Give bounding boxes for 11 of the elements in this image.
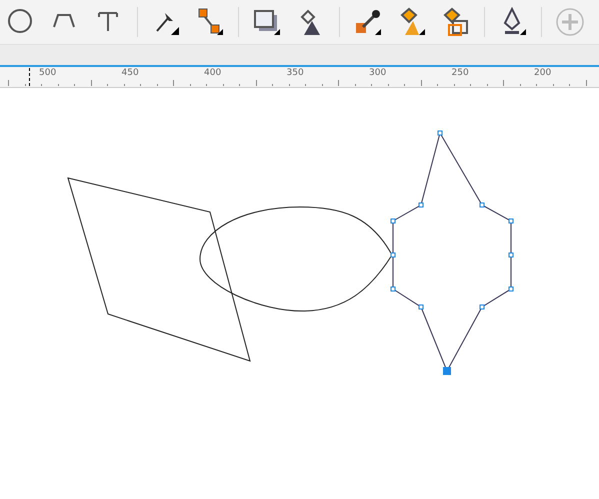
ruler-label: 500: [39, 68, 56, 78]
drop-shadow-icon: [252, 7, 282, 37]
ruler-label: 450: [122, 68, 139, 78]
ruler-label: 400: [204, 68, 222, 78]
cursor-position-marker: [29, 68, 30, 86]
ruler-label: 200: [534, 68, 552, 78]
ruler-label: 250: [452, 68, 469, 78]
selected-polygon-shape[interactable]: [390, 130, 514, 375]
ruler-label: 350: [286, 68, 304, 78]
add-icon: [555, 7, 585, 37]
ruler-label: 300: [369, 68, 386, 78]
